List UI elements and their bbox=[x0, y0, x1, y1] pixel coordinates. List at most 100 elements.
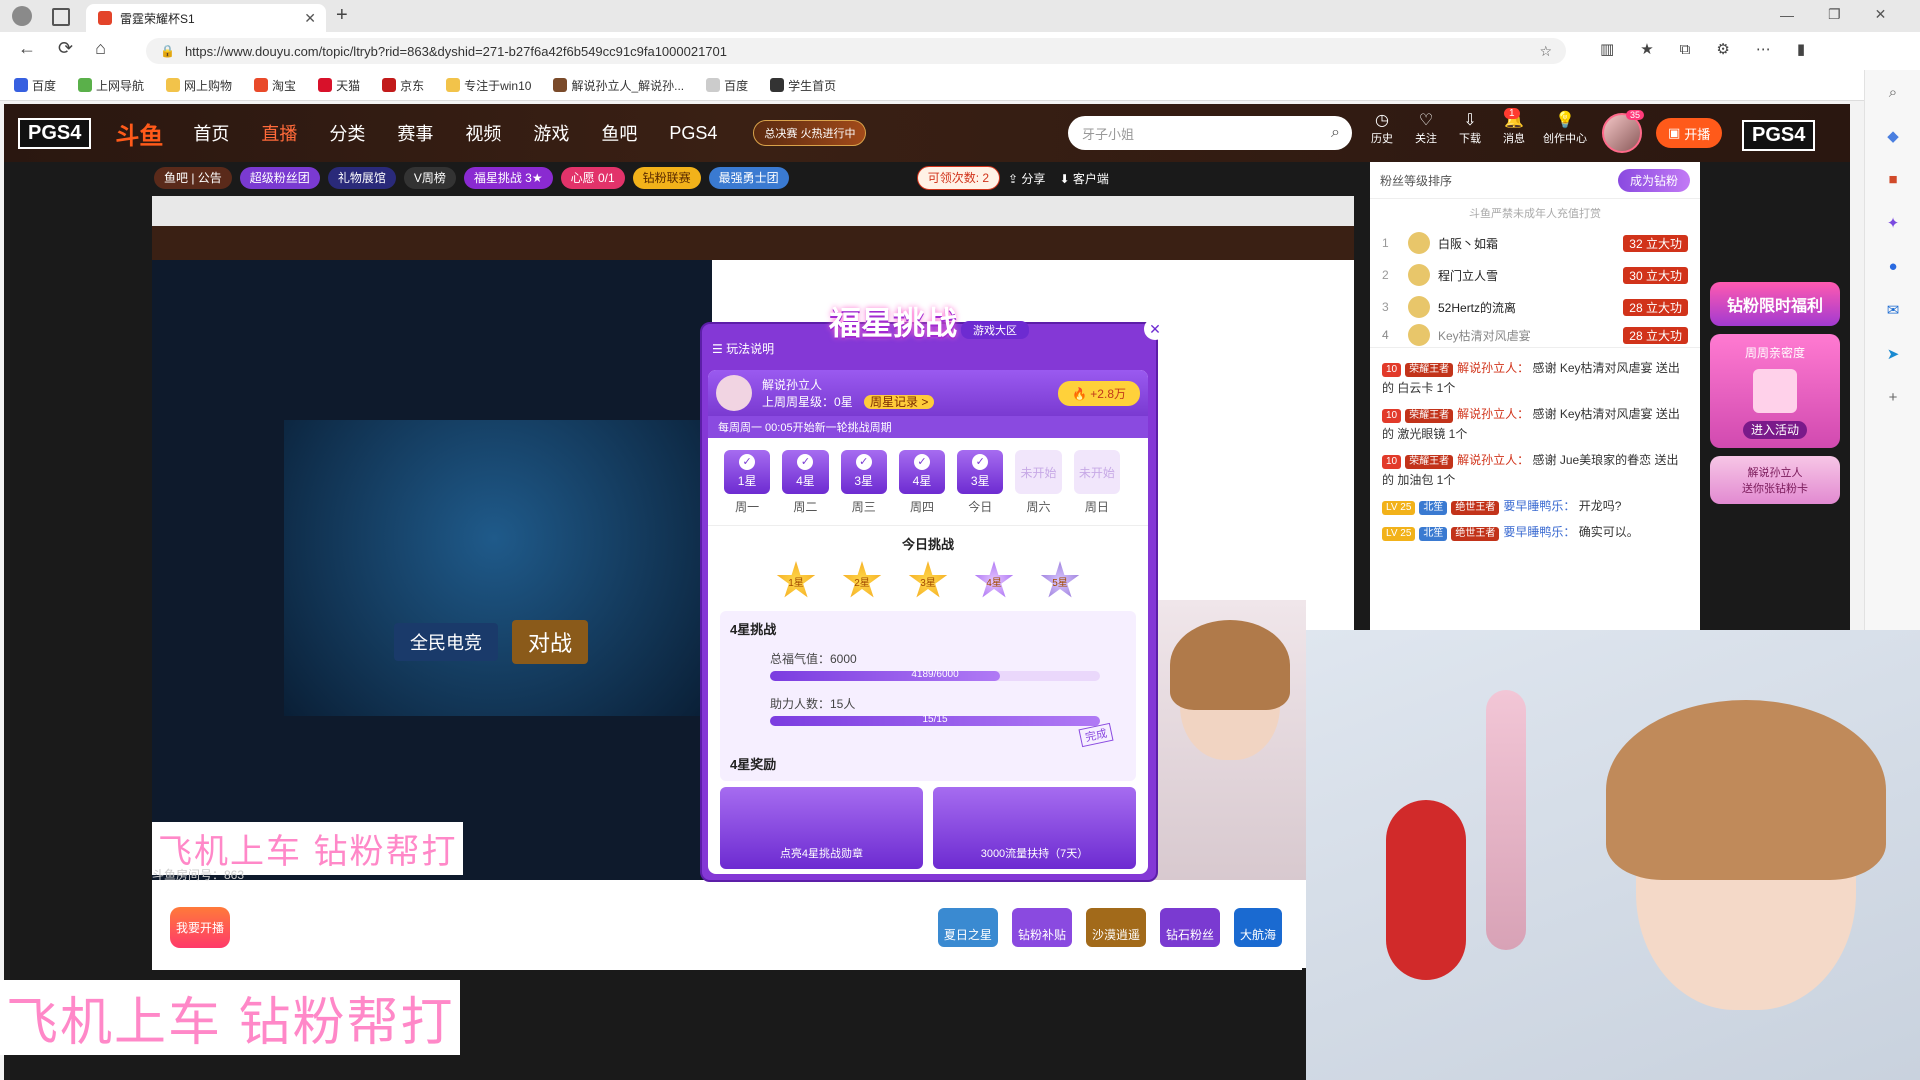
claim-count[interactable]: 可领次数: 2 bbox=[916, 166, 1001, 190]
pill-diamond-league[interactable]: 钻粉联赛 bbox=[632, 167, 701, 189]
fan-rank-title[interactable]: 粉丝等级排序 bbox=[1380, 172, 1452, 189]
split-screen-icon[interactable]: ▥ bbox=[1600, 40, 1614, 58]
open-live-button[interactable]: 我要开播 bbox=[170, 906, 231, 948]
chat-message: 10 荣耀王者 解说孙立人： 感谢 Jue美琅家的眷恋 送出的 加油包 1个 bbox=[1382, 453, 1679, 487]
nav-video[interactable]: 视频 bbox=[465, 120, 501, 146]
url-text: https://www.douyu.com/topic/ltryb?rid=86… bbox=[184, 43, 727, 59]
collections-icon[interactable]: ⧉ bbox=[1680, 41, 1691, 58]
list-item[interactable]: 3 52Hertz的流离 28 立大功 bbox=[1370, 291, 1700, 323]
tag-icon[interactable]: ◆ bbox=[1887, 127, 1899, 145]
today-challenge-title: 今日挑战 bbox=[901, 537, 954, 552]
browser-tab[interactable]: 雷霆荣耀杯S1 ✕ bbox=[86, 4, 326, 32]
bookmark-item[interactable]: 网上购物 bbox=[166, 77, 232, 94]
office-icon[interactable]: ● bbox=[1888, 258, 1897, 275]
nav-fishbar[interactable]: 鱼吧 bbox=[601, 120, 637, 146]
bookmark-item[interactable]: 百度 bbox=[14, 77, 56, 94]
shopping-icon[interactable]: ■ bbox=[1888, 171, 1897, 188]
add-icon[interactable]: + bbox=[1889, 389, 1898, 406]
refresh-icon[interactable]: ⟳ bbox=[58, 38, 73, 59]
pill-lucky-star[interactable]: 福星挑战 3★ bbox=[463, 167, 553, 189]
creator-center-button[interactable]: 💡 创作中心 bbox=[1538, 112, 1592, 146]
heat-badge[interactable]: 🔥 +2.8万 bbox=[1058, 380, 1140, 406]
anchor-card[interactable]: 解说孙立人 送你张钻粉卡 bbox=[1710, 456, 1840, 504]
list-item[interactable]: 2 程门立人雪 30 立大功 bbox=[1370, 259, 1700, 291]
bookmark-item[interactable]: 学生首页 bbox=[770, 77, 836, 94]
url-field[interactable]: 🔒 https://www.douyu.com/topic/ltryb?rid=… bbox=[146, 38, 1566, 64]
event-tag[interactable]: 总决赛 火热进行中 bbox=[753, 120, 867, 146]
star-record-button[interactable]: 周星记录 > bbox=[864, 395, 935, 409]
nav-live[interactable]: 直播 bbox=[261, 120, 297, 146]
tools-icon[interactable]: ✦ bbox=[1887, 214, 1900, 232]
profile-icon[interactable] bbox=[12, 6, 32, 26]
back-icon[interactable]: ← bbox=[18, 38, 36, 59]
close-modal-icon[interactable]: ✕ bbox=[1144, 318, 1166, 340]
rules-button[interactable]: ☰ 玩法说明 bbox=[712, 340, 774, 357]
share-button[interactable]: ⇪ 分享 bbox=[1008, 170, 1045, 187]
search-input[interactable]: 牙子小姐 ⌕ bbox=[1068, 116, 1352, 150]
send-icon[interactable]: ➤ bbox=[1887, 345, 1900, 363]
history-button[interactable]: ◷ 历史 bbox=[1362, 112, 1402, 146]
search-icon[interactable]: ⌕ bbox=[1889, 84, 1897, 101]
favorites-icon[interactable]: ★ bbox=[1640, 40, 1653, 58]
follow-button[interactable]: ♡ 关注 bbox=[1406, 112, 1446, 146]
sidebar-toggle-icon[interactable]: ▮ bbox=[1797, 40, 1805, 58]
search-icon[interactable]: ⌕ bbox=[1331, 124, 1340, 142]
pill-wish[interactable]: 心愿 0/1 bbox=[560, 167, 625, 189]
bookmark-item[interactable]: 天猫 bbox=[318, 77, 360, 94]
client-button[interactable]: ⬇ 客户端 bbox=[1059, 170, 1108, 187]
check-icon: ✓ bbox=[972, 454, 989, 470]
helpers-progress-bar: 15/15 bbox=[770, 714, 1100, 726]
nav-pgs4[interactable]: PGS4 bbox=[669, 123, 717, 144]
reward-card-badge[interactable]: 点亮4星挑战勋章 bbox=[720, 787, 923, 869]
bookmark-item[interactable]: 专注于win10 bbox=[446, 77, 531, 94]
gift-diamond-subsidy[interactable]: 钻粉补贴 bbox=[1011, 907, 1072, 947]
challenge-panel: 4星挑战 总福气值：6000 4189/6000 助力人数：15人 15/15 … bbox=[720, 611, 1136, 781]
done-stamp: 完成 bbox=[1078, 722, 1114, 748]
gift-summer-star[interactable]: 夏日之星 bbox=[937, 907, 998, 947]
gift-voyage[interactable]: 大航海 bbox=[1233, 907, 1282, 947]
tab-actions-icon[interactable] bbox=[52, 8, 70, 26]
fishbar-notice[interactable]: 鱼吧 | 公告 bbox=[154, 167, 232, 189]
outlook-icon[interactable]: ✉ bbox=[1887, 301, 1900, 319]
new-tab-icon[interactable]: + bbox=[336, 4, 348, 27]
download-button[interactable]: ⇩ 下载 bbox=[1450, 112, 1490, 146]
nav-events[interactable]: 赛事 bbox=[397, 120, 433, 146]
nav-category[interactable]: 分类 bbox=[329, 120, 365, 146]
weekly-box-banner[interactable]: 周周亲密度 进入活动 bbox=[1710, 334, 1840, 448]
list-item[interactable]: 4 Key枯清对风虐宴 28 立大功 bbox=[1370, 323, 1700, 347]
more-icon[interactable]: ⋯ bbox=[1756, 40, 1771, 58]
header-icons: ◷ 历史 ♡ 关注 ⇩ 下载 🔔 消息 💡 创作中心 bbox=[1362, 112, 1592, 146]
bookmark-item[interactable]: 淘宝 bbox=[254, 77, 296, 94]
become-diamond-button[interactable]: 成为钻粉 bbox=[1617, 168, 1690, 192]
gift-diamond-fan[interactable]: 钻石粉丝 bbox=[1159, 907, 1220, 947]
close-tab-icon[interactable]: ✕ bbox=[304, 10, 316, 27]
pill-super-fans[interactable]: 超级粉丝团 bbox=[239, 167, 320, 189]
favorite-icon[interactable]: ☆ bbox=[1539, 43, 1552, 60]
pill-v-week[interactable]: V周榜 bbox=[403, 167, 456, 189]
extensions-icon[interactable]: ⚙ bbox=[1716, 40, 1729, 58]
search-placeholder: 牙子小姐 bbox=[1082, 126, 1135, 142]
day-label: 周二 bbox=[793, 500, 818, 514]
bookmark-item[interactable]: 京东 bbox=[382, 77, 424, 94]
anchor-avatar bbox=[716, 375, 752, 411]
bookmark-item[interactable]: 百度 bbox=[706, 77, 748, 94]
douyu-logo[interactable]: 斗鱼 bbox=[115, 116, 163, 151]
bookmark-item[interactable]: 解说孙立人_解说孙... bbox=[553, 77, 684, 94]
close-window-icon[interactable]: ✕ bbox=[1875, 6, 1887, 23]
star-level-icon: 2星 bbox=[842, 561, 882, 598]
pill-gift-gallery[interactable]: 礼物展馆 bbox=[327, 167, 396, 189]
reward-card-traffic[interactable]: 3000流量扶持（7天） bbox=[933, 787, 1136, 869]
reward-title: 4星奖励 bbox=[730, 757, 777, 772]
gift-desert[interactable]: 沙漠逍遥 bbox=[1085, 907, 1146, 947]
tab-title: 雷霆荣耀杯S1 bbox=[120, 11, 195, 26]
diamond-promo-banner[interactable]: 钻粉限时福利 bbox=[1710, 282, 1840, 326]
bookmark-item[interactable]: 上网导航 bbox=[78, 77, 144, 94]
nav-home[interactable]: 首页 bbox=[193, 120, 229, 146]
start-live-button[interactable]: ▣ 开播 bbox=[1656, 118, 1723, 148]
pill-brave-team[interactable]: 最强勇士团 bbox=[708, 167, 789, 189]
restore-icon[interactable]: ❐ bbox=[1828, 6, 1841, 23]
list-item[interactable]: 1 白阪丶如霜 32 立大功 bbox=[1370, 227, 1700, 259]
home-icon[interactable]: ⌂ bbox=[95, 38, 106, 59]
minimize-icon[interactable]: — bbox=[1780, 7, 1794, 23]
nav-games[interactable]: 游戏 bbox=[533, 120, 569, 146]
